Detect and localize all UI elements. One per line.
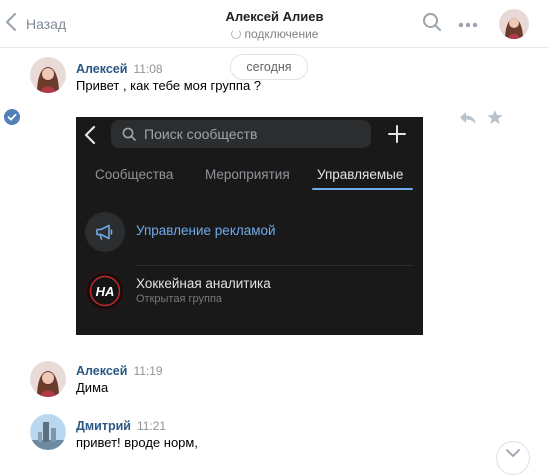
search-button[interactable] xyxy=(420,12,444,36)
scroll-down-button[interactable] xyxy=(496,441,530,475)
attached-image[interactable]: Поиск сообществ Сообщества Мероприятия У… xyxy=(76,117,423,335)
message-author[interactable]: Дмитрий xyxy=(76,419,131,433)
group-logo: HA xyxy=(86,272,124,310)
group-logo-text: HA xyxy=(96,284,115,299)
message-author[interactable]: Алексей xyxy=(76,62,127,76)
avatar[interactable] xyxy=(30,414,66,450)
search-field: Поиск сообществ xyxy=(111,120,371,148)
message-text: Привет , как тебе моя группа ? xyxy=(76,78,262,93)
megaphone-icon xyxy=(85,212,125,252)
date-separator: сегодня xyxy=(230,54,308,80)
header-avatar[interactable] xyxy=(499,9,529,39)
group-type: Открытая группа xyxy=(136,293,223,305)
message-header: Дмитрий 11:21 xyxy=(76,417,166,435)
message-text: привет! вроде норм, xyxy=(76,435,198,450)
message-time: 11:19 xyxy=(133,364,163,378)
message-time: 11:08 xyxy=(133,62,163,76)
avatar[interactable] xyxy=(30,57,66,93)
chevron-down-icon xyxy=(506,444,520,462)
search-placeholder: Поиск сообществ xyxy=(144,126,258,142)
message-header: Алексей 11:19 xyxy=(76,362,163,380)
connection-status-text: подключение xyxy=(244,27,319,41)
active-tab-indicator xyxy=(312,188,413,190)
reply-icon[interactable] xyxy=(459,110,477,126)
tab-managed: Управляемые xyxy=(317,167,404,182)
message-time: 11:21 xyxy=(136,419,167,433)
message-header: Алексей 11:08 xyxy=(76,60,163,78)
chevron-left-icon xyxy=(84,125,96,150)
tab-communities: Сообщества xyxy=(95,167,174,182)
group-name: Хоккейная аналитика xyxy=(136,276,271,291)
search-icon xyxy=(422,12,442,37)
more-button[interactable] xyxy=(456,12,480,36)
tab-events: Мероприятия xyxy=(205,167,290,182)
avatar[interactable] xyxy=(30,361,66,397)
message-author[interactable]: Алексей xyxy=(76,364,127,378)
divider xyxy=(136,265,413,266)
ad-management-label: Управление рекламой xyxy=(136,223,276,238)
loading-spinner-icon xyxy=(230,29,241,39)
more-dots-icon xyxy=(458,15,478,33)
search-icon xyxy=(122,127,136,141)
star-icon[interactable] xyxy=(487,109,503,125)
chat-header: Назад Алексей Алиев подключение xyxy=(0,0,549,48)
check-circle-icon[interactable] xyxy=(4,109,20,125)
plus-icon xyxy=(388,125,406,148)
message-text: Дима xyxy=(76,380,109,395)
